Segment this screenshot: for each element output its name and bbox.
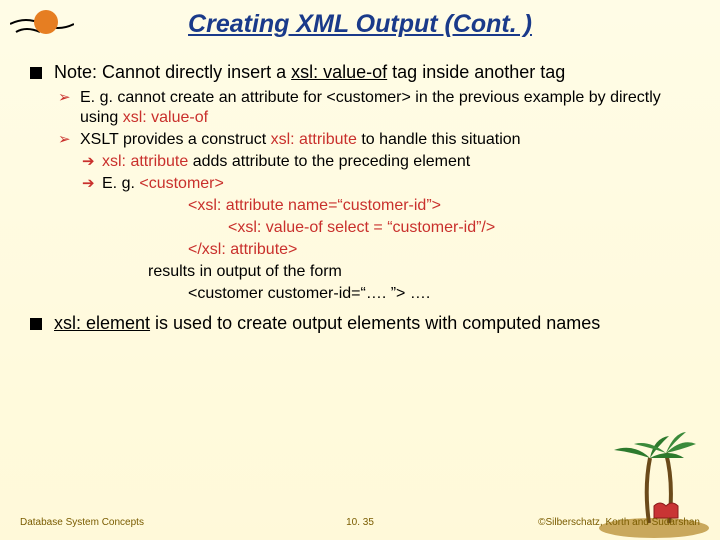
subbullet-xslt: ➢ XSLT provides a construct xsl: attribu… [30,130,690,150]
code-line: </xsl: attribute> [30,240,690,260]
down-arrow-bullet-icon: ➔ [82,175,95,194]
bullet-note: Note: Cannot directly insert a xsl: valu… [30,61,690,84]
square-bullet-icon [30,67,42,79]
text: to handle this situation [357,131,521,148]
text: is used to create output elements with c… [150,313,600,333]
code-ref: xsl: element [54,313,150,333]
code-ref: xsl: value-of [291,62,387,82]
code-ref: xsl: value-of [123,109,208,126]
code-line: <customer customer-id=“…. ”> …. [30,284,690,304]
text: tag inside another tag [387,62,565,82]
square-bullet-icon [30,318,42,330]
code-line: <xsl: attribute name=“customer-id”> [30,196,690,216]
text: adds attribute to the preceding element [188,153,470,170]
slide-title: Creating XML Output (Cont. ) [30,10,690,39]
text-line: results in output of the form [30,262,690,282]
code-ref: xsl: attribute [102,153,188,170]
slide-body: Note: Cannot directly insert a xsl: valu… [30,61,690,334]
footer-right: ©Silberschatz, Korth and Sudarshan [538,517,700,528]
arrow-bullet-icon: ➢ [58,89,71,108]
code-ref: <customer> [139,175,223,192]
subsub-eg: ➔ E. g. <customer> [30,174,690,194]
bullet-xslelement: xsl: element is used to create output el… [30,312,690,335]
subsub-adds: ➔ xsl: attribute adds attribute to the p… [30,152,690,172]
subbullet-eg1: ➢ E. g. cannot create an attribute for <… [30,88,690,128]
text: XSLT provides a construct [80,131,271,148]
code-line: <xsl: value-of select = “customer-id”/> [30,218,690,238]
arrow-bullet-icon: ➢ [58,131,71,150]
text: Note: Cannot directly insert a [54,62,291,82]
text: E. g. [102,175,139,192]
down-arrow-bullet-icon: ➔ [82,153,95,172]
code-ref: xsl: attribute [271,131,357,148]
